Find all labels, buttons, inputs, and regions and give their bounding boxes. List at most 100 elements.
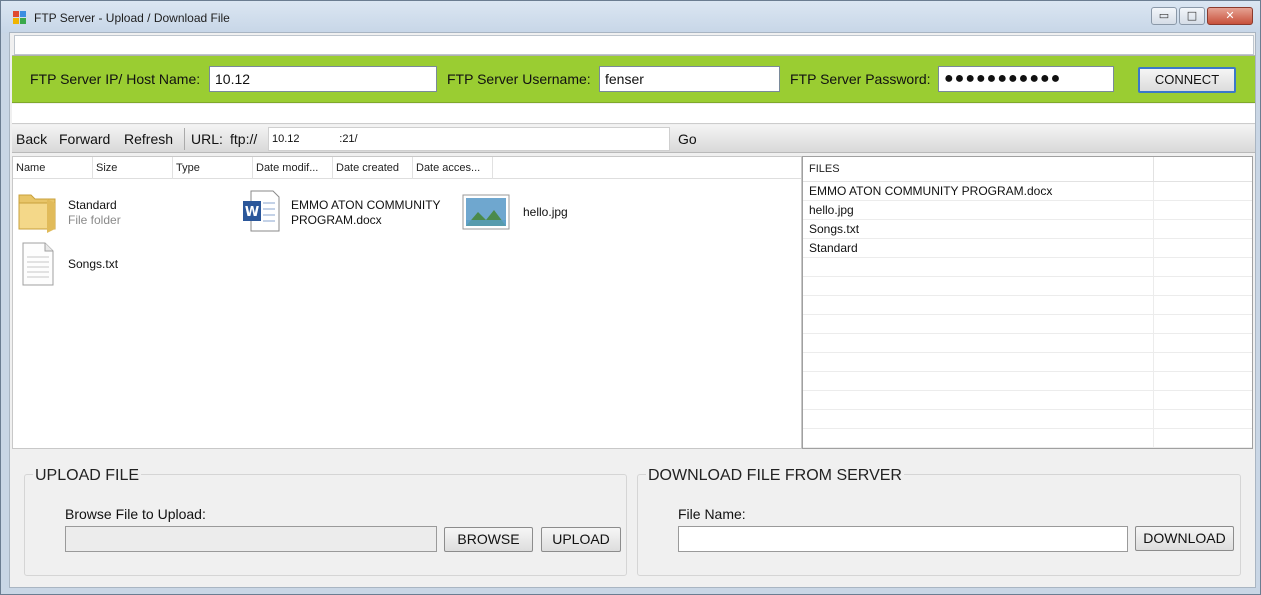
column-header: Name Size Type Date modif... Date create…: [13, 157, 801, 179]
column-size[interactable]: Size: [93, 157, 173, 179]
column-divider: [1153, 429, 1154, 448]
files-list-row-empty: [803, 277, 1252, 296]
files-list-row[interactable]: hello.jpg: [803, 201, 1252, 220]
files-list-row-empty: [803, 334, 1252, 353]
files-list-row[interactable]: EMMO ATON COMMUNITY PROGRAM.docx: [803, 182, 1252, 201]
files-list-row-empty: [803, 429, 1252, 448]
column-date-created[interactable]: Date created: [333, 157, 413, 179]
files-list-row[interactable]: Songs.txt: [803, 220, 1252, 239]
file-name: Songs.txt: [68, 257, 119, 271]
column-divider: [1153, 258, 1154, 277]
upload-button[interactable]: UPLOAD: [541, 527, 621, 552]
upload-group: UPLOAD FILE Browse File to Upload: BROWS…: [24, 467, 627, 576]
column-date-modified[interactable]: Date modif...: [253, 157, 333, 179]
folder-icon: [18, 194, 56, 233]
host-label: FTP Server IP/ Host Name:: [30, 71, 201, 87]
minimize-icon: ▭: [1158, 9, 1170, 22]
column-divider: [1153, 353, 1154, 372]
browse-button[interactable]: BROWSE: [444, 527, 533, 552]
window-title: FTP Server - Upload / Download File: [34, 11, 230, 25]
password-label: FTP Server Password:: [790, 71, 931, 87]
column-divider: [1153, 391, 1154, 410]
files-list-row-empty: [803, 391, 1252, 410]
username-label: FTP Server Username:: [447, 71, 591, 87]
column-divider: [1153, 372, 1154, 391]
upload-group-title: UPLOAD FILE: [33, 467, 142, 485]
files-list-row-empty: [803, 372, 1252, 391]
file-item-standard[interactable]: Standard File folder: [17, 187, 217, 239]
spacer-strip: [12, 104, 1255, 124]
column-divider: [1153, 239, 1154, 258]
column-divider: [1153, 182, 1154, 201]
go-button[interactable]: Go: [678, 131, 697, 147]
username-input[interactable]: fenser: [599, 66, 780, 92]
column-divider: [1153, 296, 1154, 315]
url-input[interactable]: 10.12 :21/: [268, 127, 670, 151]
column-date-accessed[interactable]: Date acces...: [413, 157, 493, 179]
file-name-label: File Name:: [678, 506, 746, 522]
close-icon: ✕: [1225, 9, 1235, 22]
refresh-button[interactable]: Refresh: [124, 131, 173, 147]
connect-button[interactable]: CONNECT: [1138, 67, 1236, 93]
column-name[interactable]: Name: [13, 157, 93, 179]
files-list-row-empty: [803, 258, 1252, 277]
file-name-line2: PROGRAM.docx: [291, 213, 382, 227]
column-divider: [1153, 334, 1154, 353]
word-document-icon: W: [243, 190, 280, 232]
files-row-text: Songs.txt: [809, 222, 860, 236]
column-divider: [1153, 220, 1154, 239]
connection-bar: FTP Server IP/ Host Name: 10.12 FTP Serv…: [12, 55, 1255, 103]
file-name: Standard: [68, 198, 117, 212]
column-type[interactable]: Type: [173, 157, 253, 179]
file-name: hello.jpg: [523, 205, 568, 219]
files-list-panel[interactable]: FILES EMMO ATON COMMUNITY PROGRAM.docx h…: [802, 156, 1253, 449]
files-row-text: Standard: [809, 241, 858, 255]
url-scheme: ftp://: [230, 131, 258, 147]
column-divider: [1153, 410, 1154, 429]
files-row-text: EMMO ATON COMMUNITY PROGRAM.docx: [809, 184, 1053, 198]
files-header-label: FILES: [809, 163, 840, 175]
file-item-hello-jpg[interactable]: hello.jpg: [461, 187, 621, 239]
column-divider: [1153, 201, 1154, 220]
app-icon: [13, 11, 27, 25]
url-label: URL:: [191, 131, 223, 147]
app-window: FTP Server - Upload / Download File ▭ □ …: [0, 0, 1261, 595]
column-divider: [1153, 157, 1154, 182]
files-list-row-empty: [803, 296, 1252, 315]
files-list-row-empty: [803, 315, 1252, 334]
title-bar: FTP Server - Upload / Download File ▭ □ …: [1, 1, 1260, 33]
file-type-label: File folder: [68, 213, 121, 227]
download-file-name-input[interactable]: [678, 526, 1128, 552]
minimize-button[interactable]: ▭: [1151, 7, 1177, 25]
maximize-icon: □: [1186, 9, 1198, 22]
files-list-row-empty: [803, 353, 1252, 372]
maximize-button[interactable]: □: [1179, 7, 1205, 25]
file-name-line1: EMMO ATON COMMUNITY: [291, 198, 441, 212]
menu-strip: [14, 35, 1254, 55]
client-area: FTP Server IP/ Host Name: 10.12 FTP Serv…: [9, 32, 1256, 588]
download-group: DOWNLOAD FILE FROM SERVER File Name: DOW…: [637, 467, 1241, 576]
svg-text:W: W: [245, 205, 259, 220]
toolbar-separator: [184, 128, 185, 150]
navigation-toolbar: Back Forward Refresh URL: ftp:// 10.12 :…: [12, 125, 1255, 153]
image-file-icon: [462, 194, 510, 230]
files-list-row[interactable]: Standard: [803, 239, 1252, 258]
download-button[interactable]: DOWNLOAD: [1135, 526, 1234, 551]
back-button[interactable]: Back: [16, 131, 47, 147]
column-divider: [1153, 315, 1154, 334]
browse-file-label: Browse File to Upload:: [65, 506, 206, 522]
close-button[interactable]: ✕: [1207, 7, 1253, 25]
column-divider: [1153, 277, 1154, 296]
upload-file-path-input[interactable]: [65, 526, 437, 552]
files-list-header[interactable]: FILES: [803, 157, 1252, 182]
download-group-title: DOWNLOAD FILE FROM SERVER: [646, 467, 904, 485]
forward-button[interactable]: Forward: [59, 131, 110, 147]
host-input[interactable]: 10.12: [209, 66, 437, 92]
file-explorer[interactable]: Name Size Type Date modif... Date create…: [12, 156, 802, 449]
text-file-icon: [22, 242, 54, 286]
password-input[interactable]: ●●●●●●●●●●●: [938, 66, 1114, 92]
files-row-text: hello.jpg: [809, 203, 854, 217]
file-item-songs-txt[interactable]: Songs.txt: [17, 241, 217, 293]
files-list-row-empty: [803, 410, 1252, 429]
file-item-docx[interactable]: W EMMO ATON COMMUNITY PROGRAM.docx: [239, 187, 459, 239]
